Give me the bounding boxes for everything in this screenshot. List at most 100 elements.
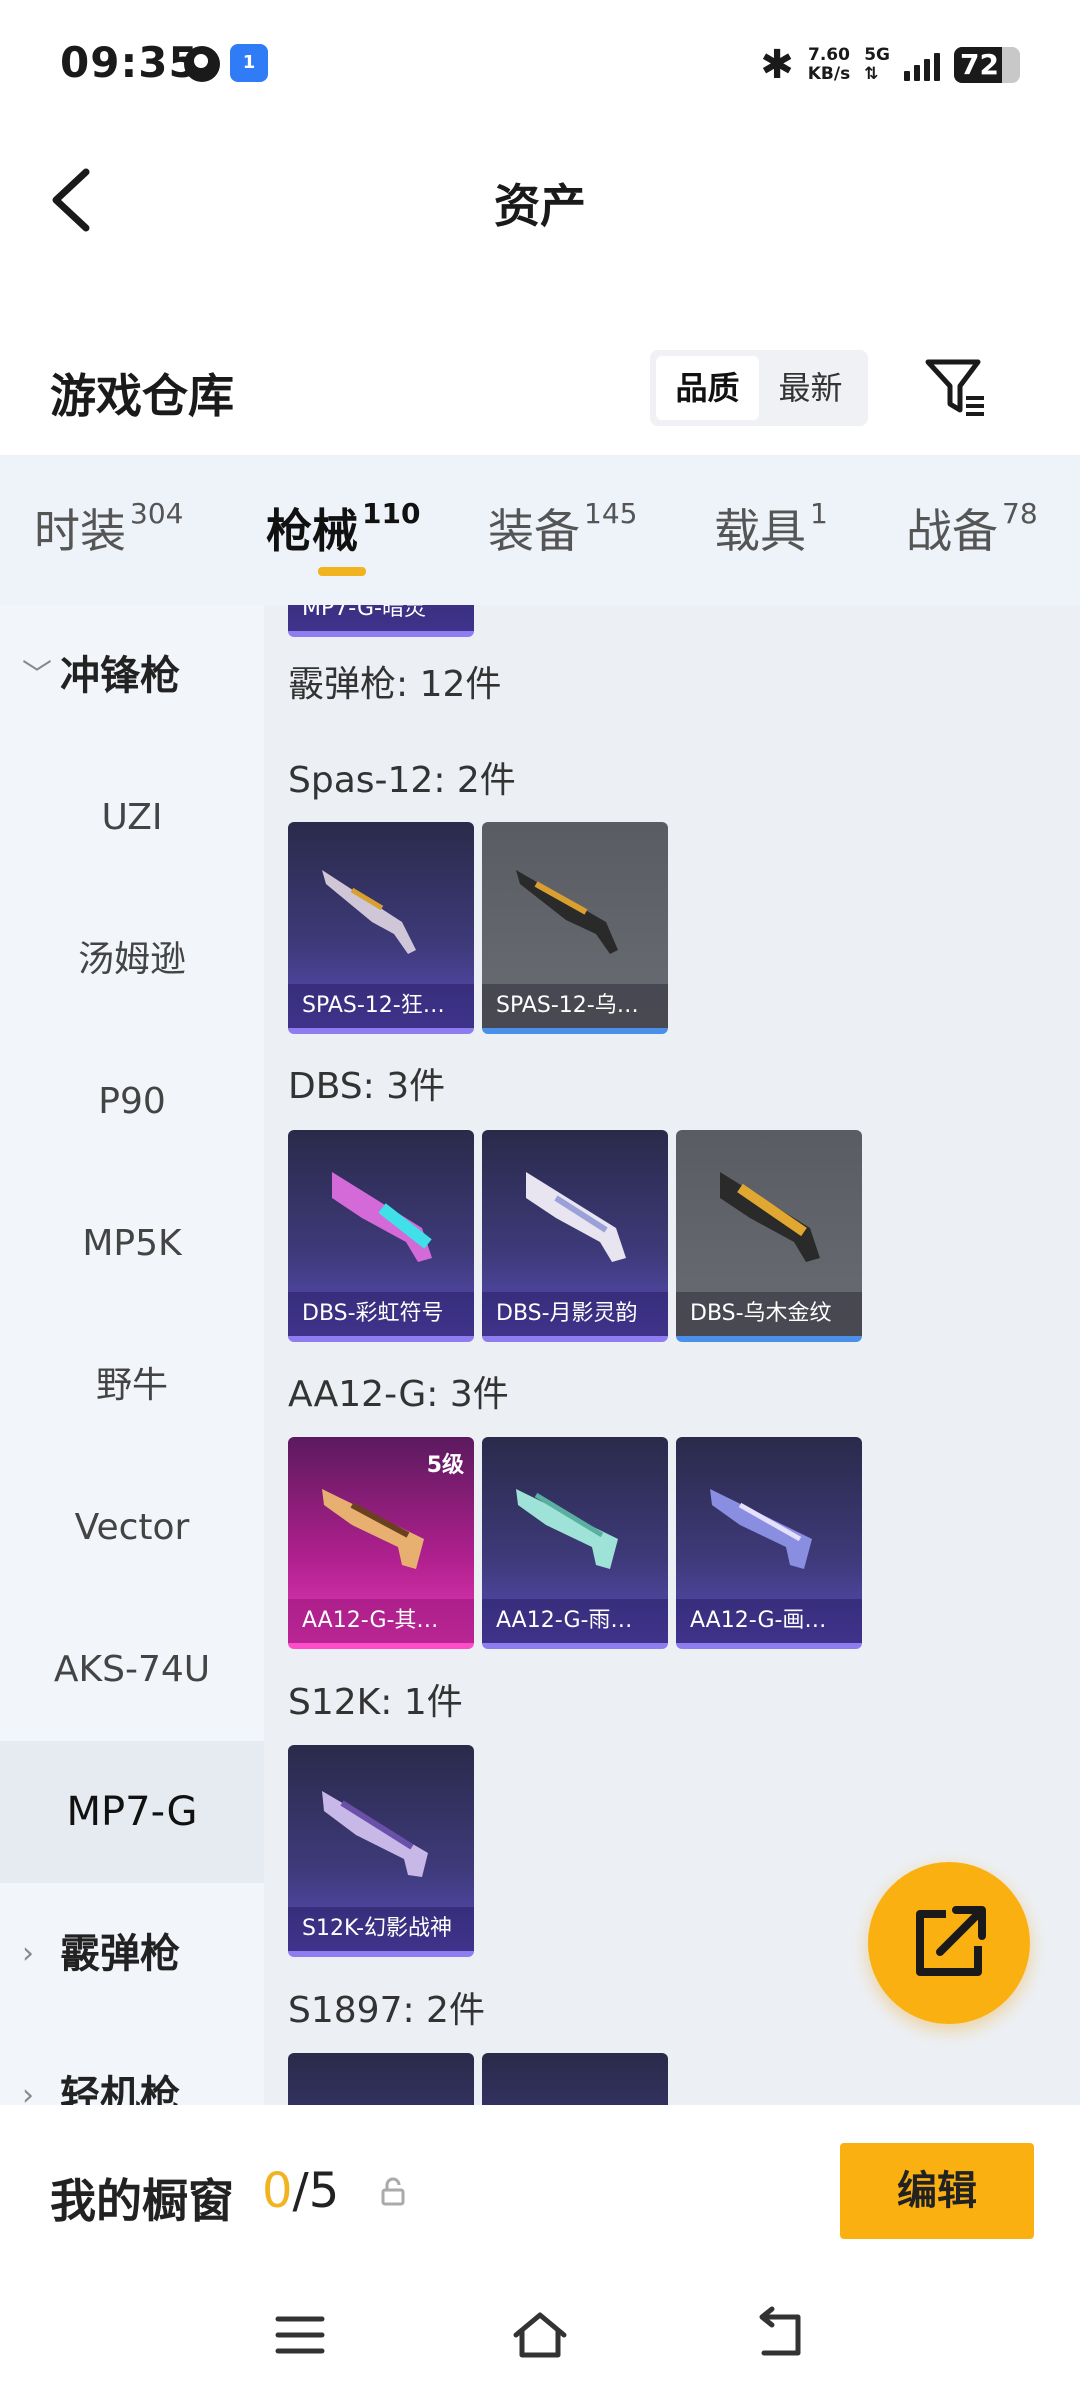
edit-button[interactable]: 编辑 xyxy=(840,2143,1034,2239)
group-title: Spas-12: 2件 xyxy=(288,760,516,801)
item-card[interactable] xyxy=(482,2053,668,2105)
filter-button[interactable] xyxy=(920,352,990,422)
network-type-label: 5G xyxy=(864,45,890,65)
item-card[interactable]: DBS-彩虹符号 xyxy=(288,1130,474,1342)
tab-label: 载具 xyxy=(714,504,806,558)
tab-count: 145 xyxy=(584,496,638,530)
bluetooth-icon: ✱ xyxy=(760,42,794,88)
share-button[interactable] xyxy=(868,1862,1030,2024)
tab-vehicles[interactable]: 载具 1 xyxy=(714,495,828,561)
tab-fashion[interactable]: 时装 304 xyxy=(34,495,183,561)
sidebar-item-thompson[interactable]: 汤姆逊 xyxy=(0,889,264,1031)
sidebar-item-mp5k[interactable]: MP5K xyxy=(0,1173,264,1315)
showcase-count: 0/5 xyxy=(262,2163,339,2219)
page-title: 资产 xyxy=(494,179,586,233)
shotgun-icon xyxy=(526,1172,626,1262)
sidebar-group-label: 轻机枪 xyxy=(60,2073,180,2105)
tab-count: 110 xyxy=(362,496,421,530)
tab-count: 1 xyxy=(810,496,828,530)
network-speed-unit: KB/s xyxy=(807,64,851,84)
item-card-label: DBS-乌木金纹 xyxy=(676,1292,862,1336)
item-card[interactable]: AA12-G-画… xyxy=(676,1437,862,1649)
item-card-label: AA12-G-其… xyxy=(288,1599,474,1643)
shotgun-icon xyxy=(710,1489,812,1569)
shotgun-icon xyxy=(322,1791,428,1877)
shotgun-icon xyxy=(720,1172,820,1262)
home-button[interactable] xyxy=(510,2305,570,2365)
item-card[interactable] xyxy=(288,2053,474,2105)
showcase-title: 我的橱窗 xyxy=(50,2174,234,2228)
shotgun-icon xyxy=(516,1489,618,1569)
sort-quality-button[interactable]: 品质 xyxy=(656,356,759,420)
shotgun-icon xyxy=(516,870,618,954)
filter-icon xyxy=(925,359,984,416)
sidebar-group-smg[interactable]: ﹀ 冲锋枪 xyxy=(0,605,264,747)
item-card[interactable]: AA12-G-雨… xyxy=(482,1437,668,1649)
chevron-right-icon: › xyxy=(22,2078,34,2105)
showcase-total: /5 xyxy=(292,2163,340,2219)
item-card[interactable]: SPAS-12-狂… xyxy=(288,822,474,1034)
network-type: 5G ⇅ xyxy=(864,46,890,84)
group-title: AA12-G: 3件 xyxy=(288,1374,509,1415)
status-bar: 09:35 1 ✱ 7.60 KB/s 5G ⇅ 72 xyxy=(0,0,1080,130)
item-card-label: DBS-彩虹符号 xyxy=(288,1292,474,1336)
shotgun-total: 霰弹枪: 12件 xyxy=(288,664,502,705)
group-title: S12K: 1件 xyxy=(288,1682,463,1723)
menu-button[interactable] xyxy=(270,2305,330,2365)
item-card[interactable]: 5级 AA12-G-其… xyxy=(288,1437,474,1649)
item-card[interactable]: DBS-乌木金纹 xyxy=(676,1130,862,1342)
category-tabs: 时装 304 枪械 110 装备 145 载具 1 战备 78 xyxy=(0,455,1080,605)
tab-label: 装备 xyxy=(488,504,580,558)
sidebar-group-label: 冲锋枪 xyxy=(60,653,180,699)
tab-label: 枪械 xyxy=(266,504,358,558)
group-title: DBS: 3件 xyxy=(288,1066,446,1107)
battery-level: 72 xyxy=(960,48,999,81)
sidebar-group-label: 霰弹枪 xyxy=(60,1931,180,1977)
tab-supplies[interactable]: 战备 78 xyxy=(906,495,1038,561)
back-nav-icon xyxy=(759,2306,801,2356)
sidebar-group-shotgun[interactable]: › 霰弹枪 xyxy=(0,1883,264,2025)
tab-firearms[interactable]: 枪械 110 xyxy=(266,495,420,561)
item-card-label: DBS-月影灵韵 xyxy=(482,1292,668,1336)
tab-label: 时装 xyxy=(34,504,126,558)
item-card[interactable]: DBS-月影灵韵 xyxy=(482,1130,668,1342)
sidebar: ﹀ 冲锋枪 UZI 汤姆逊 P90 MP5K 野牛 Vector AKS-74U… xyxy=(0,605,264,2105)
sidebar-item-uzi[interactable]: UZI xyxy=(0,747,264,889)
sidebar-item-mp7g[interactable]: MP7-G xyxy=(0,1741,264,1883)
app-notification-icon: 1 xyxy=(230,44,268,82)
shotgun-icon xyxy=(322,1489,424,1569)
group-title: S1897: 2件 xyxy=(288,1990,485,2031)
sidebar-item-bizon[interactable]: 野牛 xyxy=(0,1315,264,1457)
sidebar-group-lmg[interactable]: › 轻机枪 xyxy=(0,2025,264,2105)
menu-icon xyxy=(275,2316,325,2354)
chevron-right-icon: › xyxy=(22,1936,34,1971)
status-indicators: ✱ 7.60 KB/s 5G ⇅ 72 xyxy=(760,40,1020,90)
network-activity-icon: ⇅ xyxy=(864,64,879,84)
shotgun-icon xyxy=(322,870,416,954)
item-card-label: SPAS-12-狂… xyxy=(288,984,474,1028)
tab-count: 78 xyxy=(1002,496,1038,530)
header: 资产 xyxy=(0,130,1080,270)
sidebar-item-aks74u[interactable]: AKS-74U xyxy=(0,1599,264,1741)
item-card[interactable]: SPAS-12-乌… xyxy=(482,822,668,1034)
sort-latest-button[interactable]: 最新 xyxy=(759,356,862,420)
lock-icon xyxy=(381,2177,405,2206)
item-card[interactable]: S12K-幻影战神 xyxy=(288,1745,474,1957)
warehouse-row: 游戏仓库 品质 最新 xyxy=(0,330,1080,450)
battery-icon: 72 xyxy=(954,47,1020,83)
back-nav-button[interactable] xyxy=(750,2305,810,2365)
tab-label: 战备 xyxy=(906,504,998,558)
share-icon xyxy=(916,1906,986,1976)
item-card-label: S12K-幻影战神 xyxy=(288,1907,474,1951)
network-speed: 7.60 KB/s xyxy=(808,46,850,84)
item-card[interactable]: MP7-G-暗灵 xyxy=(288,605,474,637)
network-speed-value: 7.60 xyxy=(807,45,850,65)
item-card-label: SPAS-12-乌… xyxy=(482,984,668,1028)
sort-toggle: 品质 最新 xyxy=(650,350,868,426)
sidebar-item-p90[interactable]: P90 xyxy=(0,1031,264,1173)
sidebar-item-vector[interactable]: Vector xyxy=(0,1457,264,1599)
system-navbar xyxy=(0,2285,1080,2400)
signal-icon xyxy=(904,49,940,81)
tab-equipment[interactable]: 装备 145 xyxy=(488,495,637,561)
showcase-bar: 我的橱窗 0/5 编辑 xyxy=(0,2105,1080,2285)
